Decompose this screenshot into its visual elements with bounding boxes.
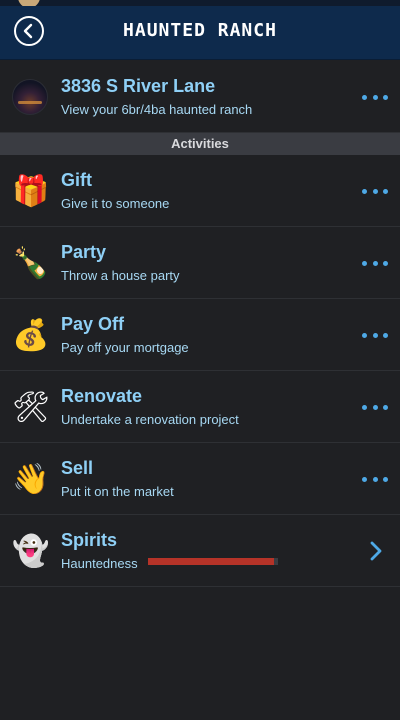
activity-title: Gift [61, 170, 92, 190]
more-options-icon[interactable] [362, 87, 388, 107]
activity-row-pay-off[interactable]: 💰 Pay Off Pay off your mortgage [0, 299, 400, 371]
property-row[interactable]: 3836 S River Lane View your 6br/4ba haun… [0, 61, 400, 133]
property-description: View your 6br/4ba haunted ranch [61, 102, 253, 117]
more-options-icon[interactable] [362, 469, 388, 489]
activity-subtitle: Undertake a renovation project [61, 412, 239, 427]
spirits-title: Spirits [61, 530, 118, 550]
activity-title: Party [61, 242, 107, 262]
waving-hand-icon: 👋 [12, 461, 50, 497]
more-options-icon[interactable] [362, 325, 388, 345]
spirits-subtitle: Hauntedness [61, 556, 138, 571]
more-options-icon[interactable] [362, 397, 388, 417]
ghost-icon: 👻 [12, 533, 50, 569]
hammer-wrench-icon: 🛠 [11, 389, 51, 425]
activity-title: Sell [61, 458, 94, 478]
activity-subtitle: Throw a house party [61, 268, 180, 283]
gift-icon: 🎁 [12, 173, 50, 209]
activity-subtitle: Give it to someone [61, 196, 170, 211]
activity-subtitle: Put it on the market [61, 484, 174, 499]
property-photo [12, 79, 48, 115]
chevron-left-icon [23, 23, 33, 39]
more-options-icon[interactable] [362, 253, 388, 273]
spirits-row[interactable]: 👻 Spirits Hauntedness [0, 515, 400, 587]
money-bag-icon: 💰 [12, 317, 50, 353]
activity-row-sell[interactable]: 👋 Sell Put it on the market [0, 443, 400, 515]
chevron-right-icon[interactable] [368, 539, 384, 563]
back-button[interactable] [14, 16, 44, 46]
page-title: HAUNTED RANCH [123, 20, 277, 41]
top-bar: HAUNTED RANCH [0, 6, 400, 60]
activity-title: Renovate [61, 386, 143, 406]
property-address: 3836 S River Lane [61, 76, 216, 96]
activity-row-renovate[interactable]: 🛠 Renovate Undertake a renovation projec… [0, 371, 400, 443]
champagne-icon: 🍾 [12, 245, 50, 281]
more-options-icon[interactable] [362, 181, 388, 201]
hauntedness-meter [148, 558, 278, 565]
activity-title: Pay Off [61, 314, 125, 334]
hauntedness-meter-fill [148, 558, 275, 565]
activity-row-party[interactable]: 🍾 Party Throw a house party [0, 227, 400, 299]
section-header-activities: Activities [0, 133, 400, 155]
activity-subtitle: Pay off your mortgage [61, 340, 189, 355]
activity-row-gift[interactable]: 🎁 Gift Give it to someone [0, 155, 400, 227]
